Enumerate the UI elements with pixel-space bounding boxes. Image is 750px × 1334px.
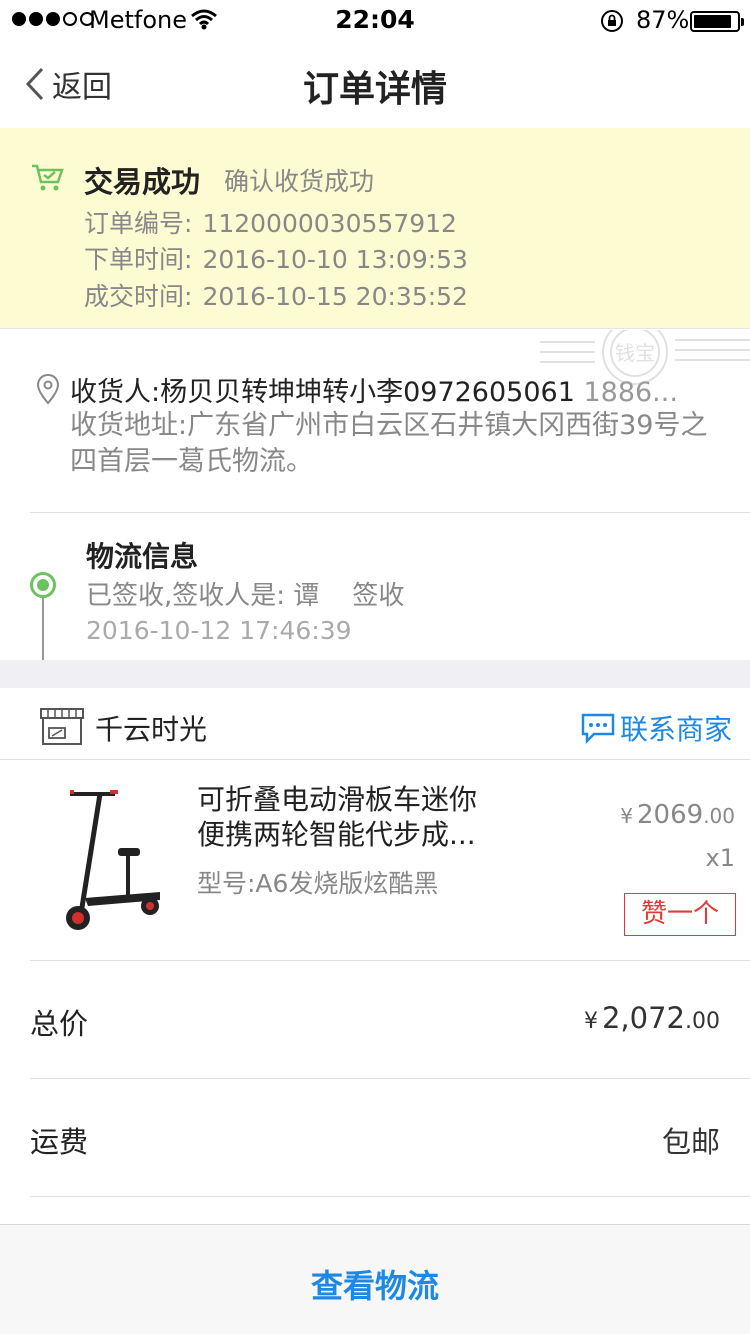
order-status-detail: 确认收货成功 <box>224 167 375 196</box>
svg-text:钱宝: 钱宝 <box>615 341 655 365</box>
battery-icon <box>690 11 744 32</box>
status-bar: Metfone 22:04 87% <box>0 0 750 40</box>
product-name: 可折叠电动滑板车迷你 便携两轮智能代步成... <box>197 782 527 852</box>
price-integer: 2069 <box>637 800 704 830</box>
rotation-lock-icon <box>600 9 624 37</box>
logistics-title: 物流信息 <box>86 540 199 573</box>
shop-header: 千云时光 联系商家 <box>0 688 750 760</box>
view-logistics-button[interactable]: 查看物流 <box>0 1224 750 1334</box>
store-icon <box>38 706 86 750</box>
price-decimal: .00 <box>703 804 735 828</box>
product-model: 型号:A6发烧版炫酷黑 <box>197 869 439 898</box>
logistics-info[interactable]: 物流信息 已签收,签收人是: 谭 签收 2016-10-12 17:46:39 <box>0 513 750 660</box>
product-name-line1: 可折叠电动滑板车迷你 <box>197 783 478 816</box>
total-price: ¥2,072.00 <box>584 1001 720 1035</box>
postmark-stamp-icon: 钱宝 <box>540 330 750 385</box>
order-time: 2016-10-10 13:09:53 <box>202 245 468 274</box>
section-gap <box>0 660 750 688</box>
battery-percentage: 87% <box>636 6 690 34</box>
product-quantity: x1 <box>705 844 735 872</box>
currency-symbol: ¥ <box>620 804 634 828</box>
product-name-line2: 便携两轮智能代步成... <box>197 818 476 851</box>
location-pin-icon <box>36 373 60 409</box>
shop-name[interactable]: 千云时光 <box>95 708 207 748</box>
total-decimal: .00 <box>685 1009 720 1034</box>
total-label: 总价 <box>30 1007 89 1041</box>
order-number-row: 订单编号: 1120000030557912 <box>84 204 457 240</box>
product-item[interactable]: 可折叠电动滑板车迷你 便携两轮智能代步成... 型号:A6发烧版炫酷黑 ¥206… <box>0 760 750 960</box>
navigation-bar: 返回 订单详情 <box>0 40 750 128</box>
chat-bubble-icon <box>581 713 615 744</box>
total-integer: 2,072 <box>601 1001 685 1035</box>
contact-seller-button[interactable]: 联系商家 <box>580 708 732 748</box>
page-title: 订单详情 <box>302 69 447 110</box>
product-image <box>66 790 160 930</box>
contact-seller-label: 联系商家 <box>619 713 732 746</box>
deal-time-label: 成交时间: <box>84 282 193 311</box>
divider <box>30 1196 750 1197</box>
shipping-row: 运费 包邮 <box>0 1079 750 1196</box>
shipping-value: 包邮 <box>661 1125 720 1159</box>
receiver-name-phone: 收货人:杨贝贝转坤坤转小李0972605061 <box>70 377 575 408</box>
order-status-card: 交易成功 确认收货成功 订单编号: 1120000030557912 下单时间: 2… <box>0 128 750 329</box>
product-price: ¥2069.00 <box>620 800 735 830</box>
logistics-time: 2016-10-12 17:46:39 <box>86 616 352 645</box>
timeline-node-icon <box>30 572 56 598</box>
view-logistics-label: 查看物流 <box>310 1267 439 1305</box>
address-text: 收货地址:广东省广州市白云区石井镇大冈西街39号之四首层一葛氏物流。 <box>70 410 708 477</box>
timeline-line <box>42 588 44 660</box>
deal-time: 2016-10-15 20:35:52 <box>202 282 468 311</box>
order-time-row: 下单时间: 2016-10-10 13:09:53 <box>84 240 468 276</box>
order-status: 交易成功 <box>84 165 201 199</box>
deal-time-row: 成交时间: 2016-10-15 20:35:52 <box>84 277 468 313</box>
currency-symbol: ¥ <box>583 1009 598 1034</box>
shopping-cart-icon <box>30 162 66 198</box>
order-number: 1120000030557912 <box>202 209 457 238</box>
total-price-row: 总价 ¥2,072.00 <box>0 961 750 1078</box>
order-number-label: 订单编号: <box>84 209 193 238</box>
logistics-status: 已签收,签收人是: 谭 签收 <box>86 581 405 611</box>
like-button[interactable]: 赞一个 <box>624 893 736 936</box>
shipping-label: 运费 <box>30 1125 89 1159</box>
order-time-label: 下单时间: <box>84 245 193 274</box>
